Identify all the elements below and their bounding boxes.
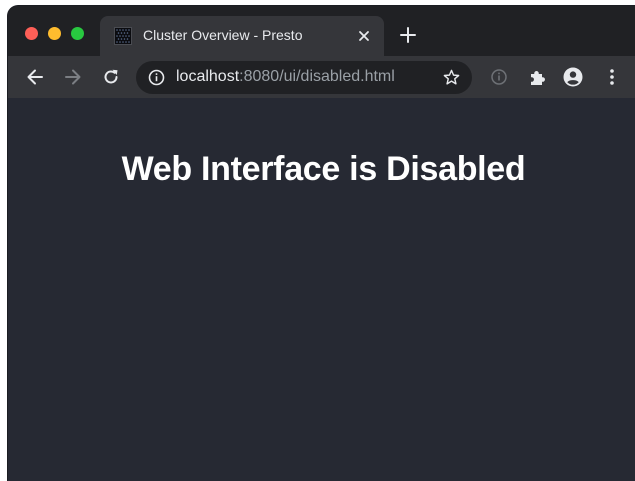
address-bar[interactable]: localhost:8080/ui/disabled.html [136, 61, 472, 94]
browser-toolbar: localhost:8080/ui/disabled.html [8, 56, 635, 98]
minimize-window-button[interactable] [48, 27, 61, 40]
url-path: :8080/ui/disabled.html [239, 68, 395, 85]
tab-title: Cluster Overview - Presto [143, 27, 303, 43]
url-text[interactable]: localhost:8080/ui/disabled.html [176, 68, 395, 86]
close-tab-icon[interactable] [356, 28, 372, 44]
tab-strip: Cluster Overview - Presto [8, 6, 635, 56]
close-window-button[interactable] [25, 27, 38, 40]
plus-icon[interactable] [399, 26, 417, 44]
tab-cluster-overview[interactable]: Cluster Overview - Presto [100, 16, 384, 56]
forward-arrow-icon[interactable] [63, 67, 83, 87]
presto-logo-icon [114, 27, 132, 45]
kebab-menu-icon[interactable] [602, 67, 622, 87]
maximize-window-button[interactable] [71, 27, 84, 40]
browser-window: Cluster Overview - Presto localhost:8080… [8, 6, 635, 481]
page-title: Web Interface is Disabled [121, 150, 526, 188]
star-icon[interactable] [442, 68, 461, 87]
url-host: localhost [176, 68, 240, 85]
account-circle-icon[interactable] [563, 67, 583, 87]
back-arrow-icon[interactable] [25, 67, 45, 87]
info-icon[interactable] [148, 69, 165, 86]
site-info-extension-icon[interactable] [489, 67, 509, 87]
puzzle-icon[interactable] [527, 67, 547, 87]
page-content: Web Interface is Disabled [8, 98, 635, 481]
reload-icon[interactable] [101, 67, 121, 87]
